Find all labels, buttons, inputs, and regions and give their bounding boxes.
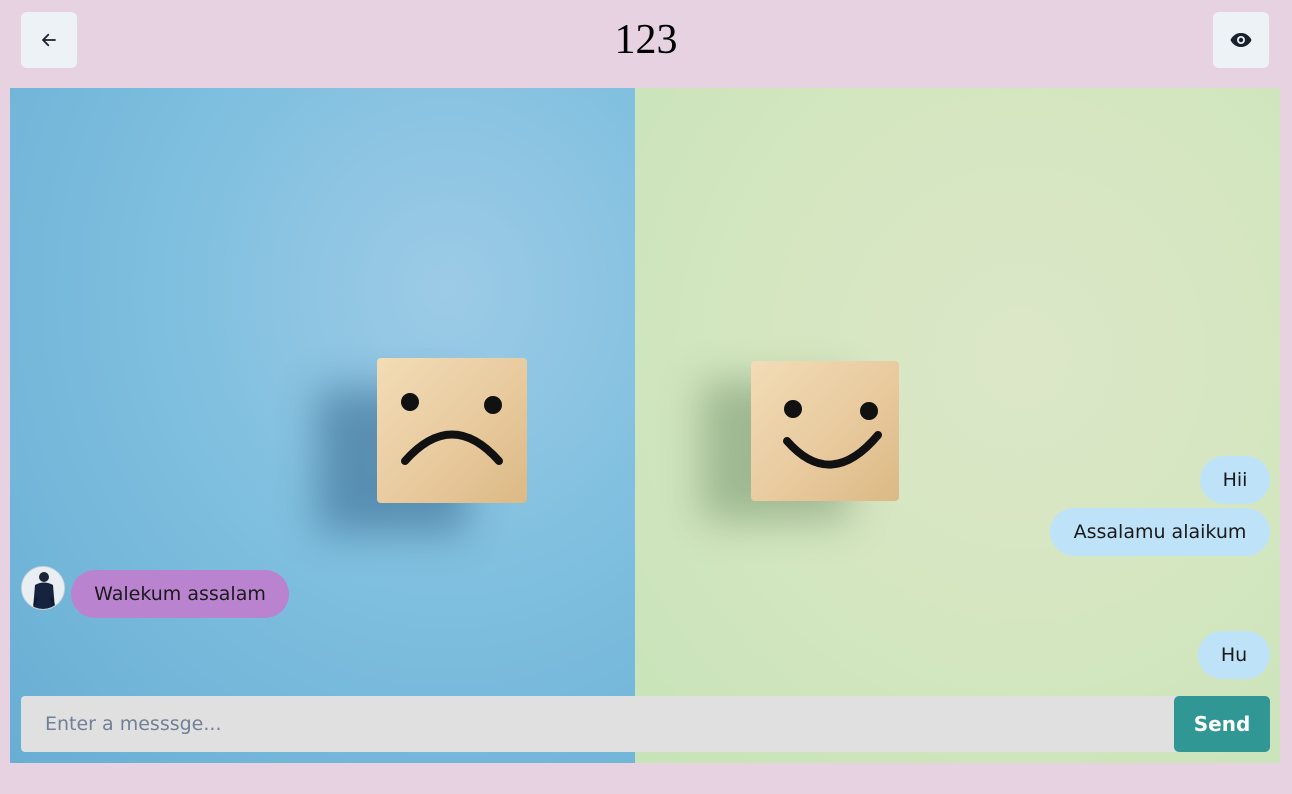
chat-header: 123: [0, 0, 1292, 82]
message-composer: Send: [21, 696, 1270, 752]
view-profile-button[interactable]: [1213, 12, 1269, 68]
send-button[interactable]: Send: [1174, 696, 1270, 752]
message-bubble-incoming: Walekum assalam: [71, 570, 289, 618]
sender-avatar[interactable]: [21, 566, 65, 610]
chat-title: 123: [614, 17, 678, 63]
chat-box[interactable]: Hii Assalamu alaikum Walekum assalam Hu …: [10, 88, 1280, 763]
eye-icon: [1229, 28, 1253, 52]
arrow-left-icon: [40, 31, 58, 49]
message-bubble-outgoing: Hu: [1198, 631, 1270, 679]
back-button[interactable]: [21, 12, 77, 68]
message-input[interactable]: [21, 696, 1181, 752]
message-list: Hii Assalamu alaikum Walekum assalam Hu: [10, 88, 1280, 763]
chat-app: 123 Hii Assalamu alaikum Walekum assalam…: [0, 0, 1292, 794]
message-bubble-outgoing: Hii: [1200, 456, 1270, 504]
message-bubble-outgoing: Assalamu alaikum: [1050, 508, 1270, 556]
